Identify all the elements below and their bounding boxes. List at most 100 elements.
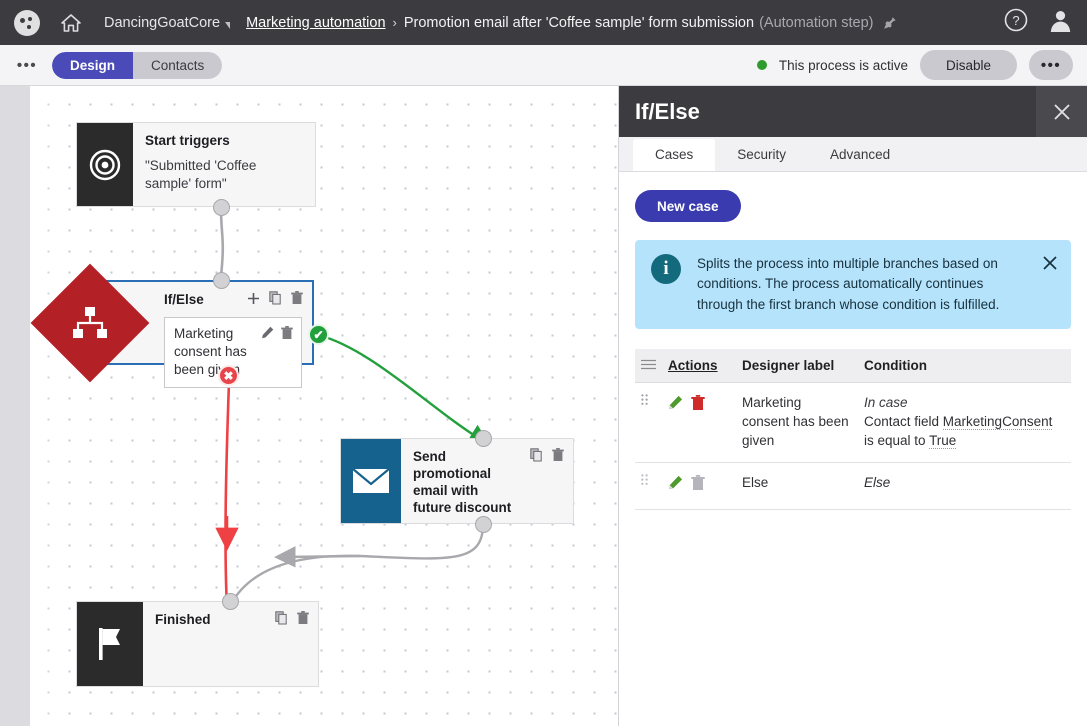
pencil-icon[interactable]	[668, 395, 683, 416]
flag-icon	[77, 602, 143, 686]
condition-macro-field[interactable]: MarketingConsent	[942, 413, 1053, 430]
copy-icon[interactable]	[530, 448, 543, 462]
row-drag-cell	[635, 382, 662, 464]
row-condition: Else	[858, 462, 1071, 511]
home-icon[interactable]	[60, 13, 82, 33]
connector-start-bottom[interactable]	[213, 199, 230, 216]
connector-email-top[interactable]	[475, 430, 492, 447]
drag-handle-icon[interactable]	[641, 473, 648, 490]
node-send-email[interactable]: Send promotional email with future disco…	[340, 438, 574, 524]
drag-handle-icon[interactable]	[641, 393, 648, 410]
top-bar: DancingGoatCore Marketing automation › P…	[0, 0, 1087, 45]
condition-text-a: Contact field	[864, 413, 943, 429]
table-row[interactable]: Else Else	[635, 462, 1071, 511]
automation-canvas[interactable]: Start triggers "Submitted 'Coffee sample…	[30, 86, 618, 726]
row-actions-cell	[662, 462, 736, 511]
view-tabs: Design Contacts	[52, 51, 223, 79]
kentico-dots-icon[interactable]	[14, 9, 40, 36]
connector-false-badge[interactable]: ✖	[218, 365, 239, 386]
tab-design[interactable]: Design	[52, 51, 134, 79]
trash-icon[interactable]	[281, 325, 293, 345]
row-condition-detail: Contact field MarketingConsent is equal …	[864, 413, 1065, 451]
pencil-icon[interactable]	[668, 475, 683, 496]
row-actions-cell	[662, 382, 736, 464]
condition-macro-value[interactable]: True	[929, 432, 957, 449]
header-designer-label: Designer label	[736, 348, 858, 383]
tab-cases[interactable]: Cases	[633, 139, 716, 171]
if-else-case-tools	[255, 325, 293, 345]
node-start-body: Start triggers "Submitted 'Coffee sample…	[133, 123, 315, 206]
row-drag-cell	[635, 462, 662, 511]
row-designer-label: Marketing consent has been given	[736, 382, 858, 464]
trash-icon[interactable]	[297, 611, 309, 625]
breadcrumb-current: Promotion email after 'Coffee sample' fo…	[403, 14, 755, 31]
node-finished[interactable]: Finished	[76, 601, 319, 687]
left-rail	[0, 86, 30, 726]
connector-finished-top[interactable]	[222, 593, 239, 610]
tab-advanced[interactable]: Advanced	[808, 139, 912, 171]
header-actions-label[interactable]: Actions	[668, 358, 718, 373]
header-actions: Actions	[662, 348, 736, 383]
row-condition-prefix: Else	[864, 475, 891, 491]
if-else-case-text: Marketing consent has been given	[174, 325, 247, 378]
copy-icon[interactable]	[275, 611, 288, 625]
breadcrumb: DancingGoatCore Marketing automation › P…	[104, 14, 897, 32]
new-case-button[interactable]: New case	[635, 190, 741, 222]
node-send-email-tools	[530, 448, 564, 462]
cases-table-head: Actions Designer label Condition	[635, 348, 1071, 383]
trash-icon[interactable]	[552, 448, 564, 462]
node-finished-tools	[275, 611, 309, 625]
info-banner: i Splits the process into multiple branc…	[635, 240, 1071, 329]
top-bar-actions: ?	[1004, 8, 1073, 38]
node-send-email-title: Send promotional email with future disco…	[413, 449, 512, 515]
chevron-down-icon[interactable]	[225, 22, 231, 29]
info-banner-text: Splits the process into multiple branche…	[697, 256, 1000, 312]
copy-icon[interactable]	[269, 291, 282, 305]
tab-security[interactable]: Security	[715, 139, 808, 171]
help-icon[interactable]: ?	[1004, 8, 1028, 37]
status-badge: This process is active	[778, 57, 908, 73]
row-designer-label: Else	[736, 462, 858, 511]
connector-if-else-top[interactable]	[213, 272, 230, 289]
breadcrumb-section-link[interactable]: Marketing automation	[246, 15, 385, 31]
user-avatar-icon[interactable]	[1048, 8, 1073, 38]
connector-email-bottom[interactable]	[475, 516, 492, 533]
tab-contacts[interactable]: Contacts	[133, 51, 223, 79]
info-banner-close-icon[interactable]	[1043, 254, 1057, 273]
pin-icon[interactable]	[883, 16, 897, 34]
row-condition-prefix: In case	[864, 394, 908, 410]
header-condition: Condition	[858, 348, 1071, 383]
condition-text-b: is equal to	[864, 432, 930, 448]
plus-icon[interactable]	[247, 292, 260, 305]
disable-button[interactable]: Disable	[919, 50, 1017, 80]
panel-content: New case i Splits the process into multi…	[619, 172, 1087, 511]
node-if-else-tools	[247, 291, 303, 305]
node-start-triggers[interactable]: Start triggers "Submitted 'Coffee sample…	[76, 122, 316, 207]
envelope-icon	[341, 439, 401, 523]
more-actions-button[interactable]: •••	[1029, 50, 1073, 80]
ellipsis-icon[interactable]: •••	[14, 57, 40, 74]
status-dot-icon	[756, 60, 767, 70]
cases-table: Actions Designer label Condition Marketi…	[635, 348, 1071, 511]
pencil-icon[interactable]	[261, 326, 274, 345]
breadcrumb-current-type: (Automation step)	[759, 14, 874, 31]
info-icon: i	[651, 254, 681, 284]
cases-header-row: Actions Designer label Condition	[635, 348, 1071, 383]
close-icon[interactable]	[1036, 86, 1087, 137]
breadcrumb-separator: ›	[392, 15, 397, 30]
trash-icon[interactable]	[291, 291, 303, 305]
table-row[interactable]: Marketing consent has been given In case…	[635, 382, 1071, 464]
trash-icon	[691, 475, 705, 497]
page-title: If/Else	[635, 98, 700, 124]
if-else-panel: If/Else Cases Security Advanced New case…	[618, 86, 1087, 726]
breadcrumb-site[interactable]: DancingGoatCore	[104, 15, 220, 31]
node-start-subtitle: "Submitted 'Coffee sample' form"	[145, 157, 257, 192]
panel-tabs: Cases Security Advanced	[619, 137, 1087, 172]
trash-icon[interactable]	[691, 394, 705, 417]
process-status-area: This process is active Disable •••	[756, 50, 1073, 80]
node-finished-body: Finished	[143, 602, 318, 686]
sub-header: ••• Design Contacts This process is acti…	[0, 45, 1087, 86]
row-condition: In case Contact field MarketingConsent i…	[858, 382, 1071, 464]
connector-true-badge[interactable]: ✔	[308, 324, 329, 345]
node-send-email-body: Send promotional email with future disco…	[401, 439, 573, 523]
